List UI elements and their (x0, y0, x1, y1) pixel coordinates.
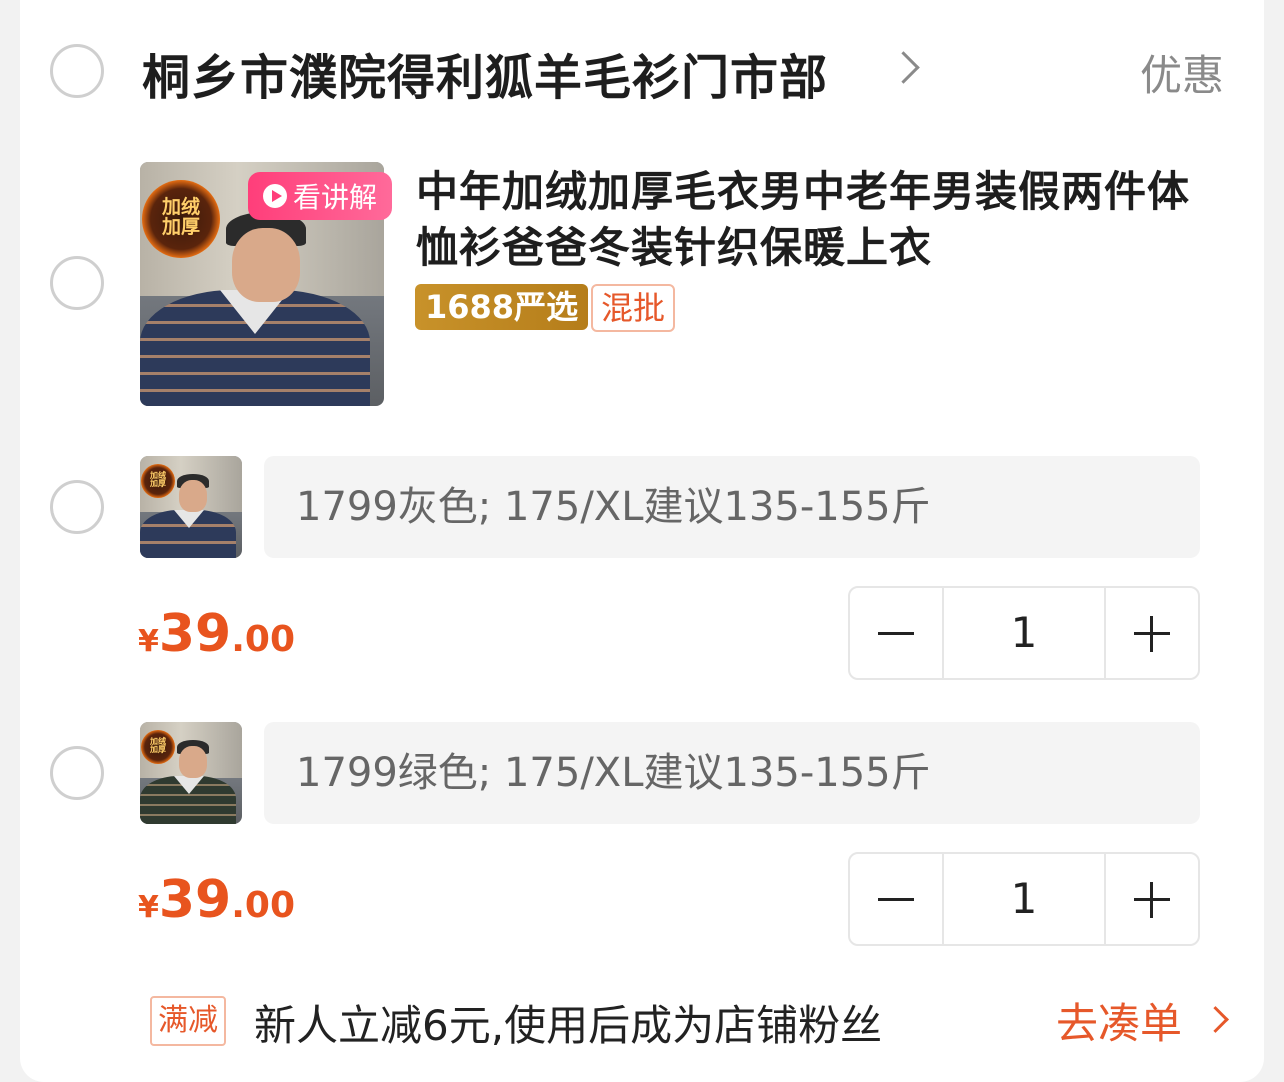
sku-price: ¥39.00 (138, 870, 296, 930)
fire-badge-icon: 加绒 加厚 (142, 180, 220, 258)
decrease-button[interactable] (850, 588, 944, 678)
tag-1688-selected: 1688严选 (415, 284, 589, 330)
sku-spec-selector[interactable]: 1799灰色; 175/XL建议135-155斤 (264, 456, 1200, 558)
sku-price: ¥39.00 (138, 604, 296, 664)
video-tag-label: 看讲解 (292, 181, 377, 214)
product-title[interactable]: 中年加绒加厚毛衣男中老年男装假两件体恤衫爸爸冬装针织保暖上衣 (416, 164, 1216, 276)
sku-select-radio[interactable] (50, 746, 104, 800)
fire-badge-icon: 加绒 加厚 (141, 730, 175, 764)
quantity-stepper: 1 (848, 852, 1200, 946)
sku-thumbnail[interactable]: 加绒 加厚 (140, 456, 242, 558)
add-more-button[interactable]: 去凑单 (1056, 990, 1182, 1051)
chevron-right-icon[interactable] (1202, 1006, 1229, 1033)
sku-thumbnail[interactable]: 加绒 加厚 (140, 722, 242, 824)
shop-promo-link[interactable]: 优惠 (1140, 42, 1224, 103)
decrease-button[interactable] (850, 854, 944, 944)
quantity-value[interactable]: 1 (944, 854, 1104, 944)
increase-button[interactable] (1104, 588, 1198, 678)
shop-cart-card: 桐乡市濮院得利狐羊毛衫门市部 优惠 加绒 加厚 看讲解 中年加绒加厚毛衣男中老年… (20, 0, 1264, 1082)
tag-mixed-batch: 混批 (591, 284, 676, 332)
shop-select-radio[interactable] (50, 44, 104, 98)
quantity-stepper: 1 (848, 586, 1200, 680)
chevron-right-icon[interactable] (887, 51, 920, 84)
promo-text: 新人立减6元,使用后成为店铺粉丝 (254, 1001, 883, 1050)
sku-spec-selector[interactable]: 1799绿色; 175/XL建议135-155斤 (264, 722, 1200, 824)
minus-icon (878, 898, 914, 901)
fire-badge-icon: 加绒 加厚 (141, 464, 175, 498)
video-explain-tag[interactable]: 看讲解 (248, 172, 392, 220)
minus-icon (878, 632, 914, 635)
product-select-radio[interactable] (50, 256, 104, 310)
play-icon (262, 184, 287, 208)
shop-name[interactable]: 桐乡市濮院得利狐羊毛衫门市部 (142, 38, 828, 108)
promo-type-tag: 满减 (150, 996, 226, 1046)
sku-select-radio[interactable] (50, 480, 104, 534)
increase-button[interactable] (1104, 854, 1198, 944)
quantity-value[interactable]: 1 (944, 588, 1104, 678)
